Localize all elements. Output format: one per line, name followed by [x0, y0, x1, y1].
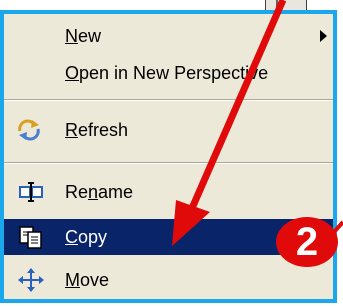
background-window-edge: [265, 0, 307, 10]
menu-item-new[interactable]: New: [4, 18, 333, 54]
copy-icon: [19, 226, 42, 249]
rename-icon: [19, 182, 43, 202]
menu-item-label: Copy: [65, 227, 108, 247]
menu-separator: [4, 99, 333, 101]
move-icon: [18, 268, 44, 292]
menu-item-label: New: [65, 26, 102, 46]
menu-item-label: Rename: [65, 182, 134, 202]
menu-item-label: Move: [65, 270, 110, 290]
menu-item-refresh[interactable]: Refresh: [4, 112, 333, 148]
menu-item-open-in-new-perspective[interactable]: Open in New Perspective: [4, 55, 333, 91]
menu-separator: [4, 162, 333, 164]
menu-item-label: Refresh: [65, 120, 129, 140]
menu-item-rename[interactable]: Rename: [4, 174, 333, 210]
submenu-arrow-icon: [320, 30, 327, 42]
menu-item-move[interactable]: Move: [4, 262, 333, 298]
menu-item-label: Open in New Perspective: [65, 63, 269, 83]
refresh-icon: [18, 119, 40, 141]
step-number-label: 2: [295, 220, 319, 264]
